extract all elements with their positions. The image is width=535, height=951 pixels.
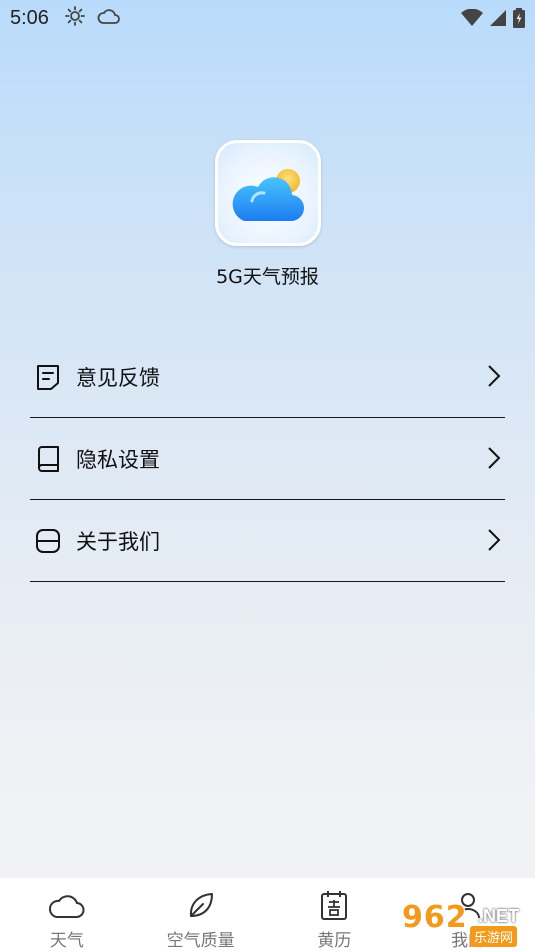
- cloud-icon: [97, 6, 121, 30]
- nav-label: 天气: [49, 931, 84, 951]
- box-icon: [34, 527, 62, 555]
- calendar-icon: [319, 888, 349, 922]
- menu-item-label: 关于我们: [76, 529, 160, 554]
- site-watermark: 962 .NET 乐游网: [398, 898, 530, 948]
- nav-label: 空气质量: [166, 931, 235, 951]
- nav-item-weather[interactable]: 天气: [0, 878, 134, 951]
- sun-icon: [65, 6, 85, 30]
- chevron-right-icon: [487, 364, 501, 392]
- chevron-right-icon: [487, 528, 501, 556]
- cloud-sun-icon: [232, 169, 305, 222]
- watermark-number: 962: [402, 900, 468, 935]
- menu-item-about[interactable]: 关于我们: [30, 500, 505, 582]
- nav-item-air-quality[interactable]: 空气质量: [134, 878, 268, 951]
- chevron-right-icon: [487, 446, 501, 474]
- watermark-sub: 乐游网: [470, 926, 518, 947]
- nav-label: 黄历: [317, 931, 352, 951]
- nav-item-almanac[interactable]: 黄历: [268, 878, 402, 951]
- menu-item-label: 意见反馈: [76, 365, 160, 390]
- menu-item-privacy[interactable]: 隐私设置: [30, 418, 505, 500]
- book-icon: [34, 445, 62, 473]
- status-bar: 5:06: [0, 0, 535, 36]
- battery-icon: [513, 8, 525, 32]
- app-logo: [215, 140, 321, 246]
- watermark-suffix: .NET: [478, 906, 520, 926]
- menu-item-feedback[interactable]: 意见反馈: [30, 336, 505, 418]
- leaf-icon: [186, 888, 216, 922]
- feedback-note-icon: [34, 363, 62, 391]
- app-name: 5G天气预报: [216, 266, 319, 288]
- signal-icon: [489, 9, 507, 31]
- status-time: 5:06: [10, 6, 49, 29]
- cloud-icon: [48, 888, 85, 922]
- settings-menu: 意见反馈 隐私设置 关于我们: [30, 336, 505, 582]
- menu-item-label: 隐私设置: [76, 447, 160, 472]
- wifi-icon: [461, 8, 483, 31]
